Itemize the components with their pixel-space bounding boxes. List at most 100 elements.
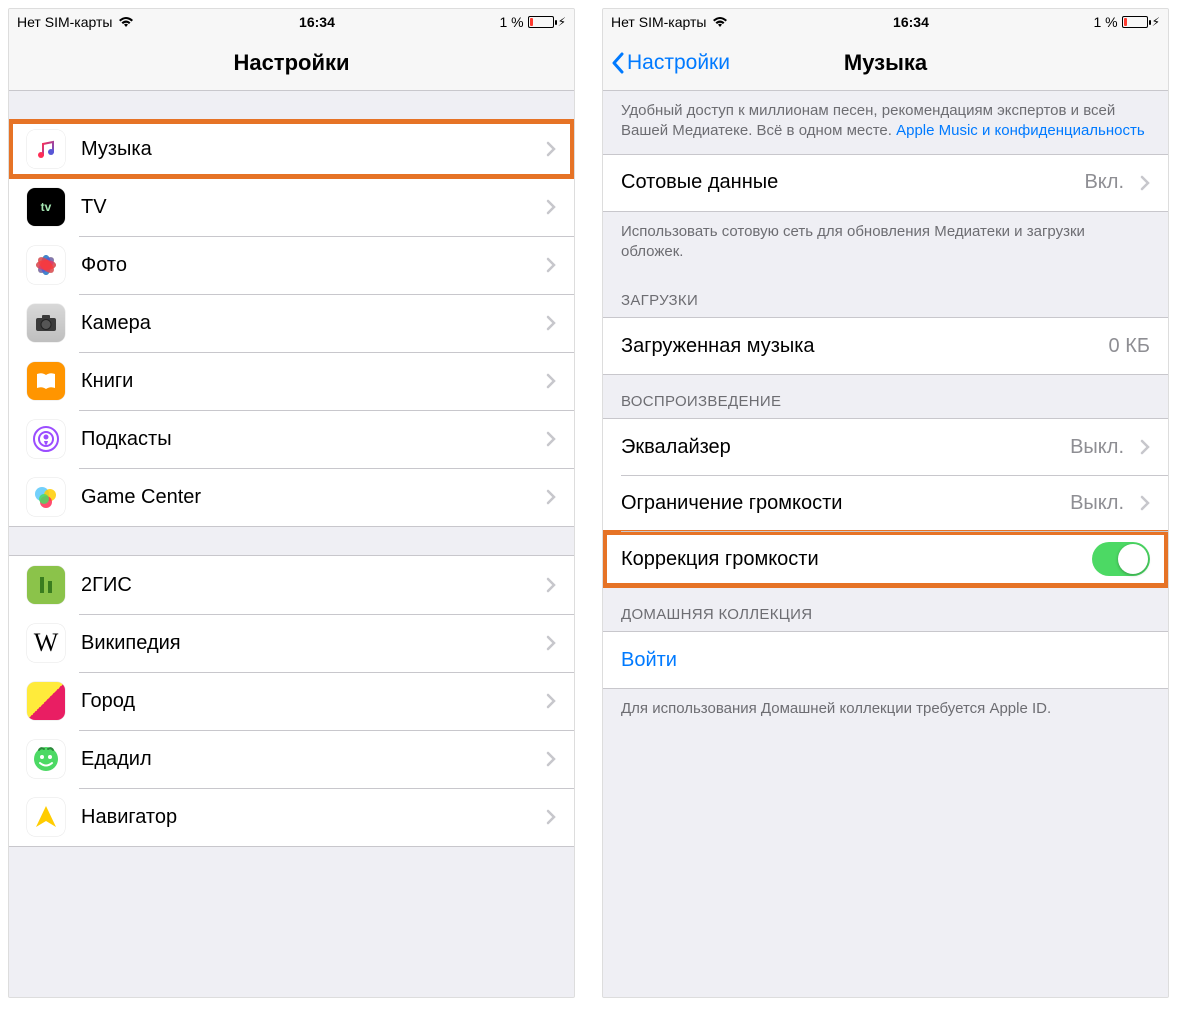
chevron-right-icon [546,489,556,505]
row-navigator[interactable]: Навигатор [9,788,574,846]
row-downloaded-music[interactable]: Загруженная музыка 0 КБ [603,318,1168,374]
charging-icon: ⚡︎ [558,15,566,29]
chevron-right-icon [546,577,556,593]
signin-label: Войти [621,649,677,672]
carrier-text: Нет SIM-карты [17,14,112,30]
chevron-right-icon [546,431,556,447]
page-title: Настройки [233,50,349,76]
music-settings-list[interactable]: Удобный доступ к миллионам песен, рекоме… [603,91,1168,997]
music-icon [27,130,65,168]
chevron-right-icon [546,199,556,215]
row-label: Википедия [81,632,530,655]
podcasts-icon [27,420,65,458]
carrier-text: Нет SIM-карты [611,14,706,30]
books-icon [27,362,65,400]
row-label: Game Center [81,486,530,509]
row-label: Музыка [81,138,530,161]
row-value: Выкл. [1070,436,1124,459]
row-label: Камера [81,312,530,335]
row-label: Город [81,690,530,713]
row-label: Ограничение громкости [621,492,1054,515]
row-podcasts[interactable]: Подкасты [9,410,574,468]
row-2gis[interactable]: 2ГИС [9,556,574,614]
chevron-right-icon [546,635,556,651]
battery-percent: 1 % [499,14,523,30]
home-sharing-header: ДОМАШНЯЯ КОЛЛЕКЦИЯ [603,588,1168,631]
row-volume-limit[interactable]: Ограничение громкости Выкл. [603,475,1168,531]
clock: 16:34 [893,14,929,30]
row-cellular-data[interactable]: Сотовые данные Вкл. [603,155,1168,211]
chevron-right-icon [1140,495,1150,511]
battery-icon [1122,16,1148,28]
clock: 16:34 [299,14,335,30]
chevron-right-icon [546,809,556,825]
phone-settings-root: Нет SIM-карты 16:34 1 % ⚡︎ Настройки Муз… [8,8,575,998]
row-label: TV [81,196,530,219]
wifi-icon [118,16,134,28]
phone-music-settings: Нет SIM-карты 16:34 1 % ⚡︎ Настройки Муз… [602,8,1169,998]
battery-icon [528,16,554,28]
nav-bar: Настройки Музыка [603,35,1168,91]
row-gamecenter[interactable]: Game Center [9,468,574,526]
row-label: Навигатор [81,806,530,829]
chevron-right-icon [546,693,556,709]
row-value: 0 КБ [1109,335,1150,358]
back-button[interactable]: Настройки [611,35,730,90]
chevron-right-icon [546,141,556,157]
apps-group-a: Музыка tv TV Фото Камера [9,119,574,527]
row-equalizer[interactable]: Эквалайзер Выкл. [603,419,1168,475]
row-music[interactable]: Музыка [9,120,574,178]
home-sharing-footer: Для использования Домашней коллекции тре… [603,689,1168,731]
tv-icon: tv [27,188,65,226]
chevron-right-icon [1140,439,1150,455]
chevron-right-icon [546,373,556,389]
row-label: Едадил [81,748,530,771]
row-label: Книги [81,370,530,393]
row-wikipedia[interactable]: W Википедия [9,614,574,672]
gamecenter-icon [27,478,65,516]
back-label: Настройки [627,51,730,75]
battery-percent: 1 % [1093,14,1117,30]
cellular-footer: Использовать сотовую сеть для обновления… [603,212,1168,275]
sound-check-toggle[interactable] [1092,542,1150,576]
navigator-icon [27,798,65,836]
row-value: Вкл. [1084,171,1124,194]
row-label: Эквалайзер [621,436,1054,459]
wifi-icon [712,16,728,28]
dgis-icon [27,566,65,604]
chevron-right-icon [546,751,556,767]
row-edadil[interactable]: Едадил [9,730,574,788]
edadil-icon [27,740,65,778]
chevron-right-icon [1140,175,1150,191]
gorod-icon [27,682,65,720]
row-label: Подкасты [81,428,530,451]
charging-icon: ⚡︎ [1152,15,1160,29]
row-value: Выкл. [1070,492,1124,515]
status-bar: Нет SIM-карты 16:34 1 % ⚡︎ [603,9,1168,35]
status-bar: Нет SIM-карты 16:34 1 % ⚡︎ [9,9,574,35]
apple-music-intro: Удобный доступ к миллионам песен, рекоме… [603,91,1168,154]
photos-icon [27,246,65,284]
row-label: Коррекция громкости [621,548,1076,571]
wikipedia-icon: W [27,624,65,662]
nav-bar: Настройки [9,35,574,91]
apps-group-b: 2ГИС W Википедия Город Едадил [9,555,574,847]
row-signin[interactable]: Войти [603,632,1168,688]
camera-icon [27,304,65,342]
settings-list[interactable]: Музыка tv TV Фото Камера [9,91,574,997]
downloads-header: ЗАГРУЗКИ [603,274,1168,317]
row-books[interactable]: Книги [9,352,574,410]
row-label: Фото [81,254,530,277]
playback-header: ВОСПРОИЗВЕДЕНИЕ [603,375,1168,418]
row-label: 2ГИС [81,574,530,597]
row-label: Сотовые данные [621,171,1068,194]
row-tv[interactable]: tv TV [9,178,574,236]
row-camera[interactable]: Камера [9,294,574,352]
chevron-right-icon [546,315,556,331]
row-photos[interactable]: Фото [9,236,574,294]
page-title: Музыка [844,50,927,76]
apple-music-privacy-link[interactable]: Apple Music и конфиденциальность [896,122,1145,139]
row-gorod[interactable]: Город [9,672,574,730]
row-sound-check[interactable]: Коррекция громкости [603,531,1168,587]
chevron-right-icon [546,257,556,273]
